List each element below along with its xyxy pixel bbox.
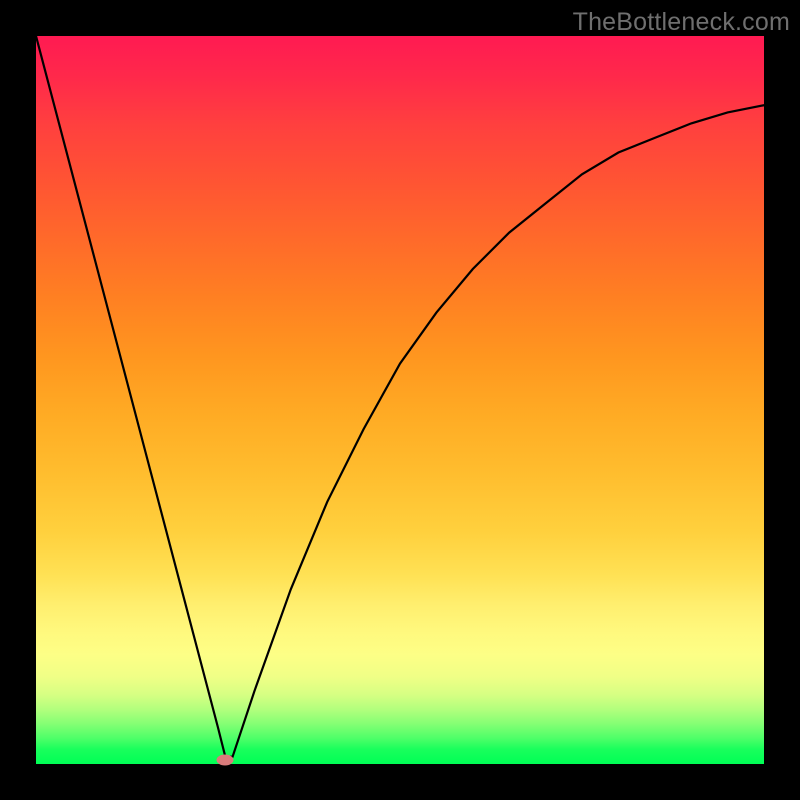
watermark-text: TheBottleneck.com [573,8,790,37]
optimal-point-marker [217,755,234,766]
curve-layer [36,36,764,764]
chart-frame: TheBottleneck.com [0,0,800,800]
plot-area [36,36,764,764]
bottleneck-curve [36,36,764,757]
